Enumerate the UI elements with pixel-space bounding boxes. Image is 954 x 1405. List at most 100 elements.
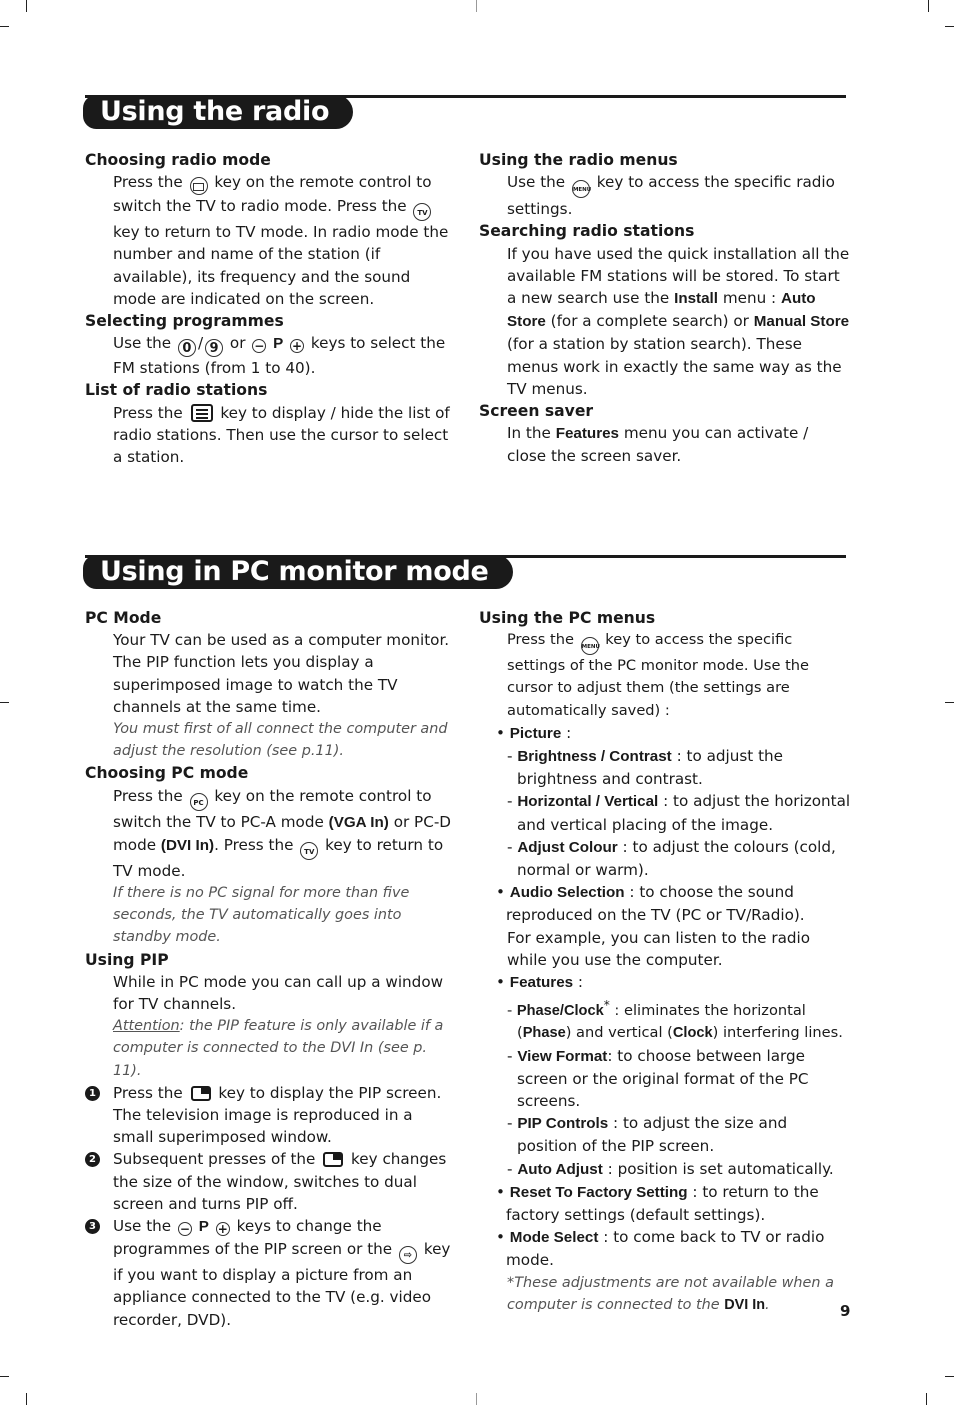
step-number-badge: 2	[85, 1152, 100, 1168]
crop-mark	[945, 702, 954, 703]
text: Press the	[113, 786, 183, 805]
crop-mark	[928, 0, 929, 12]
page-number: 9	[840, 1302, 851, 1320]
menu-name: Install	[674, 290, 718, 308]
text: (for a complete search) or	[550, 312, 749, 331]
paragraph: Your TV can be used as a computer monito…	[113, 631, 450, 716]
pc-right-column: Using the PC menus Press the MENU key to…	[479, 607, 851, 1316]
text: Use the	[113, 334, 172, 353]
p-key-label: P	[198, 1218, 209, 1236]
note: If there is no PC signal for more than f…	[113, 885, 410, 946]
text: .	[764, 1296, 770, 1313]
sub-item: - Phase/Clock* : eliminates the horizont…	[507, 998, 843, 1042]
text: :	[561, 723, 572, 742]
text: Use the	[507, 173, 566, 192]
text: Use the	[113, 1217, 172, 1236]
paragraph: Press the key on the remote control to s…	[113, 171, 457, 310]
menu-item-label: Auto Adjust	[517, 1160, 603, 1178]
heading-using-pc-menus: Using the PC menus	[479, 609, 656, 627]
crop-mark	[0, 1376, 9, 1377]
menu-item-label: Reset To Factory Setting	[509, 1183, 688, 1201]
menu-item-label: PIP Controls	[517, 1115, 609, 1133]
minus-key-icon: −	[252, 339, 267, 354]
pc-left-column: PC Mode Your TV can be used as a compute…	[85, 607, 457, 1331]
crop-mark	[926, 1393, 927, 1405]
bullet-features: • Features :	[496, 973, 584, 992]
heading-choosing-pc-mode: Choosing PC mode	[85, 764, 249, 783]
bullet-picture: • Picture :	[496, 723, 572, 742]
sub-item: - Auto Adjust : position is set automati…	[507, 1159, 834, 1178]
step-number-badge: 3	[85, 1219, 100, 1235]
sub-item: - Adjust Colour : to adjust the colours …	[507, 837, 836, 880]
heading-list-of-radio-stations: List of radio stations	[85, 381, 268, 400]
heading-using-pip: Using PIP	[85, 950, 169, 969]
menu-item-label: Picture	[509, 724, 562, 742]
menu-item-label: View Format	[517, 1047, 608, 1065]
heading-searching-radio-stations: Searching radio stations	[479, 222, 695, 241]
sub-item: - View Format: to choose between large s…	[507, 1046, 809, 1110]
crop-mark	[0, 26, 9, 27]
text: ) and vertical (	[565, 1024, 673, 1042]
text: : position is set automatically.	[602, 1159, 834, 1178]
text: Press the	[507, 631, 574, 649]
crop-mark	[0, 702, 9, 703]
plus-key-icon: +	[215, 1222, 230, 1237]
minus-key-icon: −	[177, 1222, 192, 1237]
step-1: 1 Press the key to display the PIP scree…	[85, 1082, 457, 1149]
text: key to return to TV mode. In radio mode …	[113, 223, 449, 308]
menu-item-label: Audio Selection	[509, 884, 625, 902]
paragraph: Use the MENU key to access the specific …	[507, 171, 851, 220]
menu-item-label: Adjust Colour	[517, 838, 618, 856]
heading-pc-mode: PC Mode	[85, 609, 162, 627]
text: ) interfering lines.	[712, 1024, 843, 1042]
radio-right-column: Using the radio menus Use the MENU key t…	[479, 149, 851, 468]
radio-key-icon	[189, 177, 208, 196]
menu-name: Features	[555, 425, 619, 443]
crop-mark	[26, 0, 27, 12]
menu-item-label: Features	[509, 974, 574, 992]
menu-item-label: Phase/Clock	[516, 1003, 604, 1020]
text: . Press the	[214, 835, 294, 854]
step-3: 3 Use the − P + keys to change the progr…	[85, 1215, 457, 1331]
p-key-label: P	[273, 335, 284, 353]
text: :	[573, 973, 584, 992]
section-title-radio: Using the radio	[83, 95, 354, 129]
digit-9-key-icon: 9	[205, 339, 224, 358]
paragraph: While in PC mode you can call up a windo…	[113, 972, 444, 1014]
text: or	[229, 334, 246, 353]
text: /	[197, 334, 204, 353]
note: Attention: the PIP feature is only avail…	[113, 1015, 457, 1082]
crop-mark	[945, 1376, 954, 1377]
text: Subsequent presses of the	[113, 1150, 316, 1169]
sub-item: - Brightness / Contrast : to adjust the …	[507, 747, 784, 789]
menu-key-icon: MENU	[580, 637, 600, 656]
menu-item-label: Horizontal / Vertical	[517, 793, 659, 811]
heading-screen-saver: Screen saver	[479, 402, 594, 421]
text: (for a station by station search). These…	[507, 335, 842, 398]
paragraph: Use the 0/9 or − P + keys to select the …	[113, 332, 457, 379]
list-key-icon	[190, 403, 213, 422]
crop-mark	[945, 26, 954, 27]
text: *These adjustments are not available whe…	[507, 1274, 834, 1313]
pip-key-icon	[190, 1085, 211, 1101]
section-title-pc-monitor: Using in PC monitor mode	[83, 555, 513, 589]
text: In the	[507, 424, 551, 443]
heading-using-radio-menus: Using the radio menus	[479, 151, 678, 169]
paragraph: Press the PC key on the remote control t…	[113, 785, 457, 882]
footnote: *These adjustments are not available whe…	[507, 1272, 851, 1316]
paragraph: If you have used the quick installation …	[507, 243, 851, 400]
text: Press the	[113, 403, 183, 422]
paragraph: In the Features menu you can activate / …	[507, 422, 851, 467]
crop-mark	[476, 0, 477, 12]
crop-mark	[26, 1393, 27, 1405]
text: menu :	[722, 289, 777, 308]
menu-item-label: Phase	[522, 1025, 566, 1042]
heading-selecting-programmes: Selecting programmes	[85, 312, 284, 331]
input-name: (VGA In)	[328, 813, 389, 831]
av-input-key-icon: ⇨	[398, 1246, 417, 1265]
paragraph: Press the MENU key to access the specifi…	[507, 629, 851, 722]
pip-key-icon	[323, 1152, 344, 1168]
input-name: DVI In	[724, 1296, 765, 1313]
menu-item-label: Brightness / Contrast	[517, 748, 672, 766]
step-number-badge: 1	[85, 1085, 100, 1101]
